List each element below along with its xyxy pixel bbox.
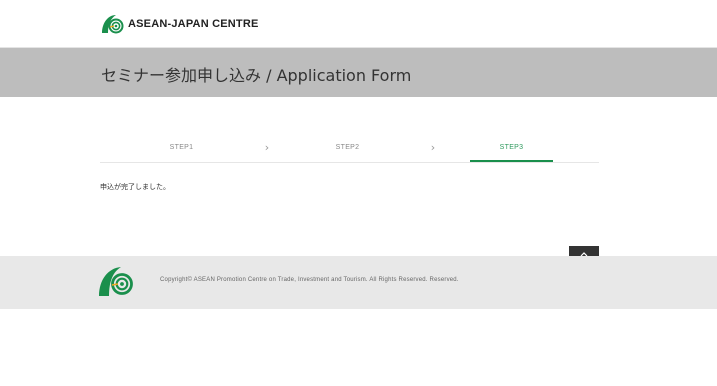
step-2: STEP2 [335,144,360,151]
site-header: ASEAN-JAPAN CENTRE [0,0,717,48]
site-logo-text: ASEAN-JAPAN CENTRE [128,18,259,30]
site-logo[interactable]: ASEAN-JAPAN CENTRE [100,13,259,35]
footer-logo-icon[interactable] [97,265,135,301]
step-indicator: STEP1 › STEP2 › STEP3 [100,136,599,163]
site-footer: Copyright© ASEAN Promotion Centre on Tra… [0,256,717,309]
step-1: STEP1 [169,144,194,151]
copyright-text: Copyright© ASEAN Promotion Centre on Tra… [160,277,459,283]
step-3-active: STEP3 [470,136,553,162]
asean-japan-centre-logo-icon [100,13,124,35]
chevron-right-icon: › [430,141,436,154]
completion-message: 申込が完了しました。 [100,183,170,191]
chevron-right-icon: › [264,141,270,154]
page-title-bar: セミナー参加申し込み / Application Form [0,48,717,97]
back-to-top-button[interactable] [569,246,599,256]
page-title: セミナー参加申し込み / Application Form [101,66,412,85]
